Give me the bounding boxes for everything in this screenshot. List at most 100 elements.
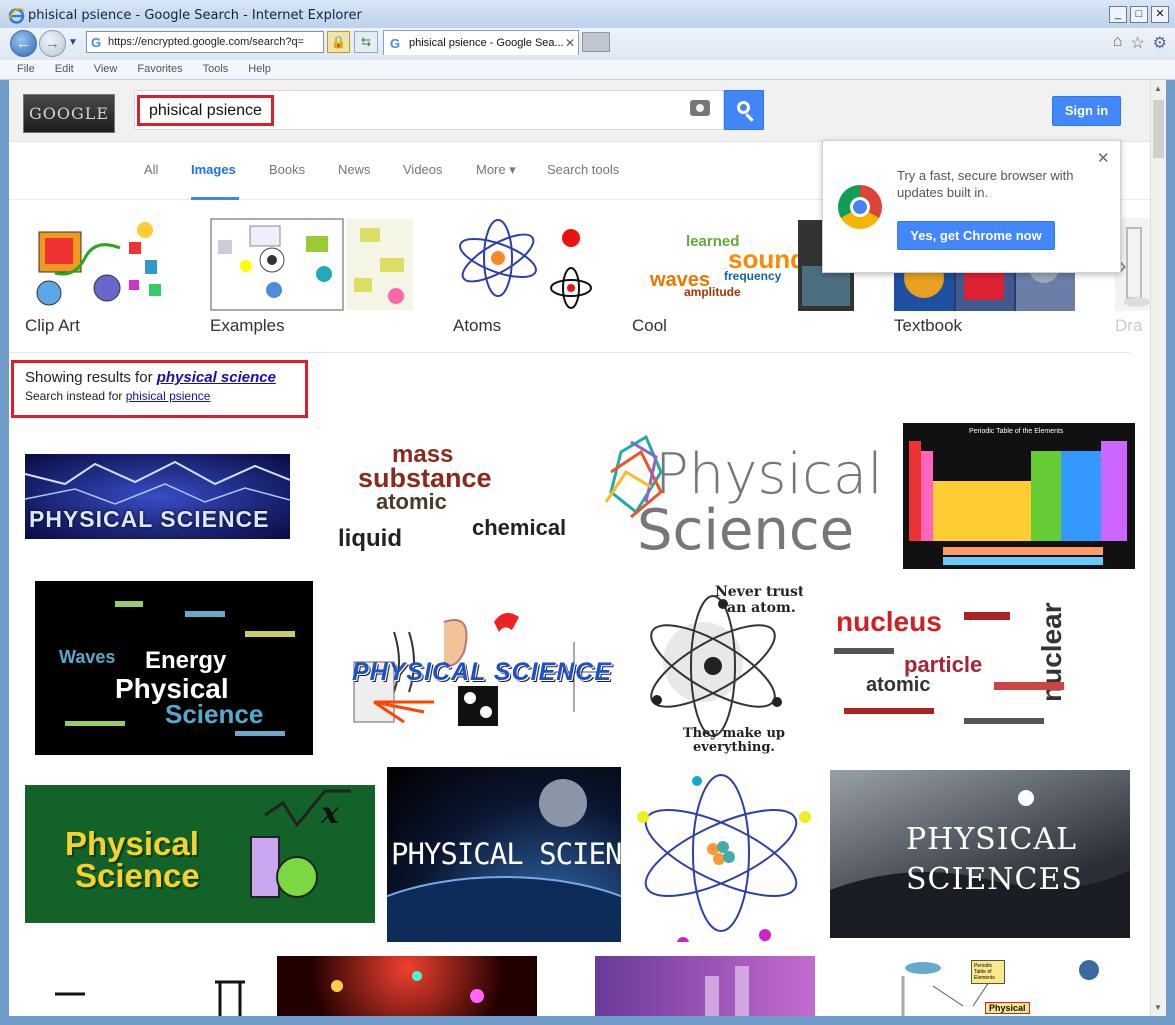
- corrected-query-link[interactable]: physical science: [157, 369, 276, 386]
- navigation-bar: ← → ▼ G https://encrypted.google.com/sea…: [0, 28, 1175, 60]
- image-result[interactable]: [595, 956, 815, 1016]
- tile-text: chemical: [472, 515, 567, 540]
- image-result[interactable]: Physical Science x: [25, 785, 375, 923]
- image-result[interactable]: Never trust an atom. They make up everyt…: [633, 582, 803, 754]
- related-thumbnail: learned sound waves frequency amplitude: [632, 218, 854, 311]
- spelling-correction: Showing results for physical science Sea…: [11, 360, 308, 418]
- address-text[interactable]: https://encrypted.google.com/search?q=: [108, 36, 308, 48]
- refresh-icon[interactable]: ⇆: [354, 31, 378, 53]
- camera-icon[interactable]: [690, 100, 710, 116]
- scroll-up-icon[interactable]: ▲: [1154, 84, 1162, 93]
- tile-text: an atom.: [727, 600, 796, 616]
- arrow-right-icon: →: [45, 35, 60, 52]
- lock-icon[interactable]: 🔒: [327, 31, 350, 53]
- svg-text:amplitude: amplitude: [684, 285, 741, 299]
- title-bar: phisical psience - Google Search - Inter…: [0, 0, 1175, 30]
- menu-edit[interactable]: Edit: [55, 60, 74, 79]
- menu-view[interactable]: View: [94, 60, 118, 79]
- related-thumbnail: [453, 218, 593, 311]
- related-label: Dra: [1115, 316, 1143, 335]
- tile-text: everything.: [693, 740, 775, 754]
- sign-in-button[interactable]: Sign in: [1052, 96, 1121, 126]
- address-bar[interactable]: G https://encrypted.google.com/search?q=…: [86, 31, 410, 53]
- tile-text: liquid: [338, 525, 402, 552]
- related-label: Textbook: [894, 316, 963, 335]
- image-result[interactable]: Physical Science: [599, 432, 891, 560]
- svg-text:frequency: frequency: [724, 269, 782, 283]
- tab-news[interactable]: News: [338, 162, 371, 177]
- close-icon[interactable]: ✕: [1097, 149, 1110, 167]
- search-icon: [737, 101, 750, 114]
- image-result[interactable]: PHYSICAL SCIENCE: [334, 602, 616, 732]
- gear-icon[interactable]: ⚙: [1153, 33, 1167, 53]
- tile-text: Periodic Table of Elements: [971, 960, 1005, 984]
- original-query-link[interactable]: phisical psience: [126, 389, 211, 403]
- search-button[interactable]: [724, 90, 764, 130]
- image-result[interactable]: nucleus particle atomic nuclear: [814, 588, 1135, 745]
- related-label: Clip Art: [25, 316, 80, 335]
- tab-close-icon[interactable]: ✕: [565, 36, 575, 50]
- tab-all[interactable]: All: [144, 162, 158, 177]
- image-result[interactable]: PHYSICAL SCIENCE: [25, 454, 290, 539]
- related-search-cool[interactable]: learned sound waves frequency amplitude …: [632, 218, 854, 336]
- image-result[interactable]: Periodic Table of the Elements: [903, 423, 1135, 569]
- promo-text: Try a fast, secure browser with updates …: [897, 168, 1074, 200]
- image-result[interactable]: [277, 956, 537, 1016]
- related-search-atoms[interactable]: Atoms: [453, 218, 593, 336]
- svg-text:x: x: [320, 796, 340, 831]
- tab-more[interactable]: More ▾: [476, 162, 516, 178]
- maximize-button[interactable]: □: [1130, 6, 1148, 23]
- scroll-down-icon[interactable]: ▼: [1154, 1003, 1162, 1012]
- menu-help[interactable]: Help: [248, 60, 271, 79]
- related-search-clip-art[interactable]: Clip Art: [25, 218, 170, 336]
- browser-window: phisical psience - Google Search - Inter…: [0, 0, 1175, 1025]
- home-icon[interactable]: ⌂: [1113, 33, 1123, 53]
- new-tab-button[interactable]: [582, 32, 610, 52]
- tab-images[interactable]: Images: [191, 162, 236, 177]
- menu-bar: File Edit View Favorites Tools Help: [0, 60, 1175, 80]
- google-logo[interactable]: GOOGLE: [23, 94, 115, 133]
- google-favicon-icon: G: [91, 35, 102, 50]
- image-result[interactable]: PHYSICAL SCIENCES: [830, 770, 1130, 938]
- arrow-left-icon: ←: [16, 35, 31, 52]
- active-tab-indicator: [191, 197, 239, 200]
- search-query-text[interactable]: phisical psience: [137, 95, 274, 126]
- image-result[interactable]: Energy Physical Science Waves: [35, 581, 313, 755]
- favorites-star-icon[interactable]: ☆: [1130, 33, 1144, 53]
- minimize-button[interactable]: _: [1109, 6, 1127, 23]
- tile-text: PHYSICAL: [906, 822, 1078, 857]
- tile-text: Science: [637, 498, 855, 560]
- showing-results-prefix: Showing results for: [25, 369, 157, 386]
- search-input[interactable]: phisical psience: [134, 90, 724, 130]
- history-dropdown-icon[interactable]: ▼: [68, 37, 78, 48]
- image-result[interactable]: [633, 767, 813, 942]
- browser-tab[interactable]: G phisical psience - Google Sea... ✕: [383, 30, 579, 55]
- google-favicon-icon: G: [390, 36, 401, 51]
- tile-text: Physical: [985, 1002, 1030, 1014]
- search-icon-handle: [745, 113, 754, 122]
- divider: [9, 352, 1130, 353]
- related-label: Examples: [210, 316, 285, 335]
- search-instead-line: Search instead for phisical psience: [25, 389, 305, 403]
- image-result[interactable]: PHYSICAL SCIENCE: [387, 767, 621, 942]
- get-chrome-button[interactable]: Yes, get Chrome now: [897, 221, 1055, 250]
- related-search-examples[interactable]: Examples: [210, 218, 414, 336]
- internet-explorer-icon: [8, 8, 25, 24]
- tab-videos[interactable]: Videos: [403, 162, 443, 177]
- menu-favorites[interactable]: Favorites: [137, 60, 182, 79]
- close-window-button[interactable]: ✕: [1151, 6, 1169, 23]
- vertical-scrollbar[interactable]: ▲ ▼: [1150, 80, 1166, 1016]
- search-instead-prefix: Search instead for: [25, 389, 126, 403]
- menu-tools[interactable]: Tools: [203, 60, 229, 79]
- image-result[interactable]: mass substance atomic liquid chemical: [302, 423, 587, 568]
- back-button[interactable]: ←: [10, 30, 37, 57]
- image-result[interactable]: [25, 972, 265, 1016]
- menu-file[interactable]: File: [17, 60, 35, 79]
- chrome-promo-popup: Try a fast, secure browser with updates …: [822, 140, 1121, 273]
- tile-text: PHYSICAL SCIENCE: [391, 837, 621, 871]
- image-result[interactable]: Periodic Table of Elements Physical: [873, 956, 1135, 1016]
- tab-books[interactable]: Books: [269, 162, 305, 177]
- tab-search-tools[interactable]: Search tools: [547, 162, 619, 177]
- scrollbar-thumb[interactable]: [1153, 100, 1164, 158]
- forward-button[interactable]: →: [39, 30, 66, 57]
